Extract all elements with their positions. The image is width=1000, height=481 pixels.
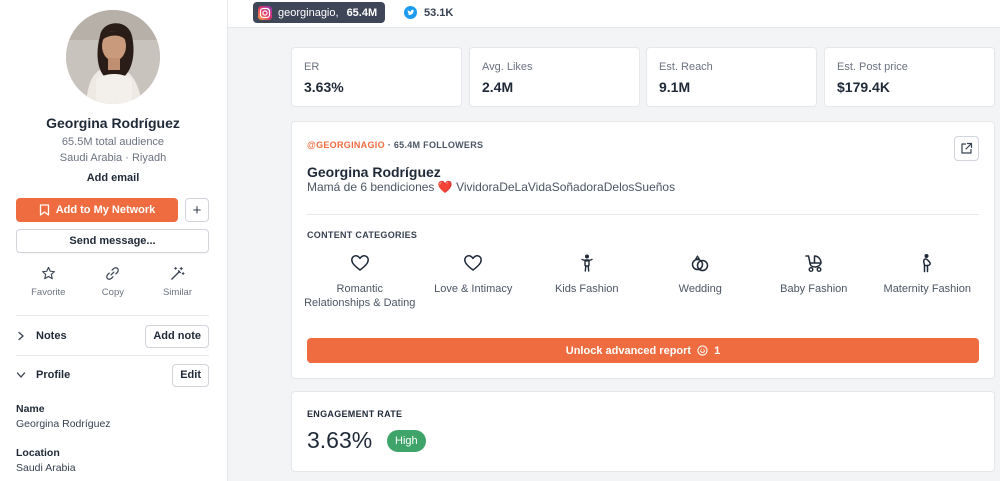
favorite-label: Favorite	[31, 287, 66, 298]
edit-profile-button[interactable]: Edit	[172, 363, 209, 387]
stat-label: ER	[304, 61, 320, 73]
favorite-action[interactable]: Favorite	[16, 266, 81, 298]
coin-icon	[697, 345, 708, 356]
magic-wand-icon	[171, 266, 185, 280]
stat-value: $179.4K	[837, 79, 890, 95]
category-label: Wedding	[678, 283, 722, 295]
avatar-photo	[66, 10, 160, 104]
open-external-button[interactable]	[954, 136, 979, 161]
location-field-value: Saudi Arabia	[16, 462, 76, 474]
add-to-network-label: Add to My Network	[55, 204, 156, 216]
stat-value: 9.1M	[659, 79, 691, 95]
chevron-right-icon	[18, 331, 24, 341]
copy-label: Copy	[101, 287, 124, 298]
divider	[16, 355, 209, 356]
stat-card-er: ER 3.63%	[291, 47, 462, 107]
stat-card-est-post-price: Est. Post price $179.4K	[824, 47, 995, 107]
name-field-value: Georgina Rodríguez	[16, 418, 111, 430]
profile-title: Profile	[36, 369, 71, 381]
content-categories: Romantic Relationships & Dating Love & I…	[303, 253, 984, 310]
rings-icon	[692, 255, 709, 272]
avatar	[66, 10, 160, 104]
stat-value: 3.63%	[304, 79, 344, 95]
engagement-level-badge: High	[387, 430, 426, 452]
category-label: Maternity Fashion	[883, 283, 971, 295]
name-field-label: Name	[16, 403, 45, 415]
add-to-network-button[interactable]: Add to My Network	[16, 198, 178, 222]
separator: ·	[387, 140, 392, 150]
profile-toggle[interactable]: Profile	[16, 369, 70, 381]
divider	[16, 315, 209, 316]
stat-label: Avg. Likes	[482, 61, 533, 73]
profile-sidebar: Georgina Rodríguez 65.5M total audience …	[0, 0, 228, 481]
external-link-icon	[961, 142, 973, 154]
similar-action[interactable]: Similar	[145, 266, 210, 298]
notes-section: Notes Add note	[16, 324, 209, 348]
location-field-label: Location	[16, 447, 60, 459]
followers-count: 65.4M FOLLOWERS	[393, 140, 484, 150]
divider	[307, 214, 979, 215]
add-note-button[interactable]: Add note	[145, 324, 209, 348]
instagram-tab[interactable]: georginagio, 65.4M	[253, 2, 386, 23]
category-label: Baby Fashion	[780, 283, 848, 295]
engagement-rate-card: ENGAGEMENT RATE 3.63% High	[291, 391, 995, 472]
profile-bio: Mamá de 6 bendiciones ❤️ VividoraDeLaVid…	[307, 180, 675, 194]
twitter-followers: 53.1K	[424, 6, 454, 19]
bio-text: VividoraDeLaVidaSoñadoraDelosSueños	[456, 180, 676, 194]
stat-label: Est. Reach	[659, 61, 713, 73]
platform-tabs: georginagio, 65.4M 53.1K	[228, 0, 1000, 28]
heart-icon	[464, 255, 483, 271]
bookmark-icon	[39, 204, 49, 216]
category-item: Baby Fashion	[757, 253, 871, 310]
notes-toggle[interactable]: Notes	[16, 330, 67, 342]
twitter-icon	[404, 6, 417, 19]
unlock-report-button[interactable]: Unlock advanced report 1	[307, 338, 979, 363]
category-item: Love & Intimacy	[417, 253, 531, 310]
unlock-label: Unlock advanced report	[565, 344, 692, 357]
star-icon	[41, 266, 55, 280]
category-label: Romantic Relationships & Dating	[304, 283, 416, 309]
profile-card-name: Georgina Rodríguez	[307, 164, 441, 180]
category-label: Love & Intimacy	[434, 283, 513, 295]
heart-emoji: ❤️	[437, 180, 453, 194]
content-categories-title: CONTENT CATEGORIES	[307, 230, 418, 240]
instagram-followers: 65.4M	[346, 6, 378, 19]
handle-line: @GEORGINAGIO · 65.4M FOLLOWERS	[307, 140, 483, 150]
engagement-rate-value: 3.63%	[307, 427, 373, 453]
category-item: Kids Fashion	[530, 253, 644, 310]
stat-value: 2.4M	[482, 79, 514, 95]
engagement-rate-title: ENGAGEMENT RATE	[307, 409, 403, 419]
category-item: Wedding	[644, 253, 758, 310]
profile-name: Georgina Rodríguez	[46, 115, 180, 131]
profile-section: Profile Edit	[16, 363, 209, 387]
stat-card-est-reach: Est. Reach 9.1M	[646, 47, 817, 107]
profile-handle: @GEORGINAGIO	[307, 140, 385, 150]
unlock-cost: 1	[714, 344, 721, 357]
total-audience: 65.5M total audience	[61, 136, 165, 148]
pregnant-icon	[923, 254, 932, 273]
category-item: Romantic Relationships & Dating	[303, 253, 417, 310]
send-message-button[interactable]: Send message...	[16, 229, 209, 253]
similar-label: Similar	[162, 287, 192, 298]
add-email-link[interactable]: Add email	[0, 172, 226, 184]
notes-title: Notes	[36, 330, 67, 342]
profile-overview-card: @GEORGINAGIO · 65.4M FOLLOWERS Georgina …	[291, 121, 995, 379]
quick-actions: Favorite Copy Similar	[16, 266, 210, 298]
stat-label: Est. Post price	[837, 61, 908, 73]
instagram-icon	[258, 5, 272, 20]
heart-icon	[350, 255, 369, 271]
profile-location: Saudi Arabia · Riyadh	[59, 152, 167, 164]
category-label: Kids Fashion	[554, 283, 619, 295]
copy-action[interactable]: Copy	[81, 266, 146, 298]
chevron-down-icon	[16, 372, 26, 378]
stat-card-avg-likes: Avg. Likes 2.4M	[469, 47, 640, 107]
category-item: Maternity Fashion	[871, 253, 985, 310]
bio-text: Mamá de 6 bendiciones	[307, 180, 435, 194]
add-more-button[interactable]: +	[185, 198, 209, 222]
stroller-icon	[805, 255, 822, 272]
instagram-handle: georginagio,	[278, 6, 339, 19]
child-icon	[581, 254, 593, 272]
link-icon	[106, 267, 120, 280]
twitter-tab[interactable]: 53.1K	[404, 2, 453, 23]
